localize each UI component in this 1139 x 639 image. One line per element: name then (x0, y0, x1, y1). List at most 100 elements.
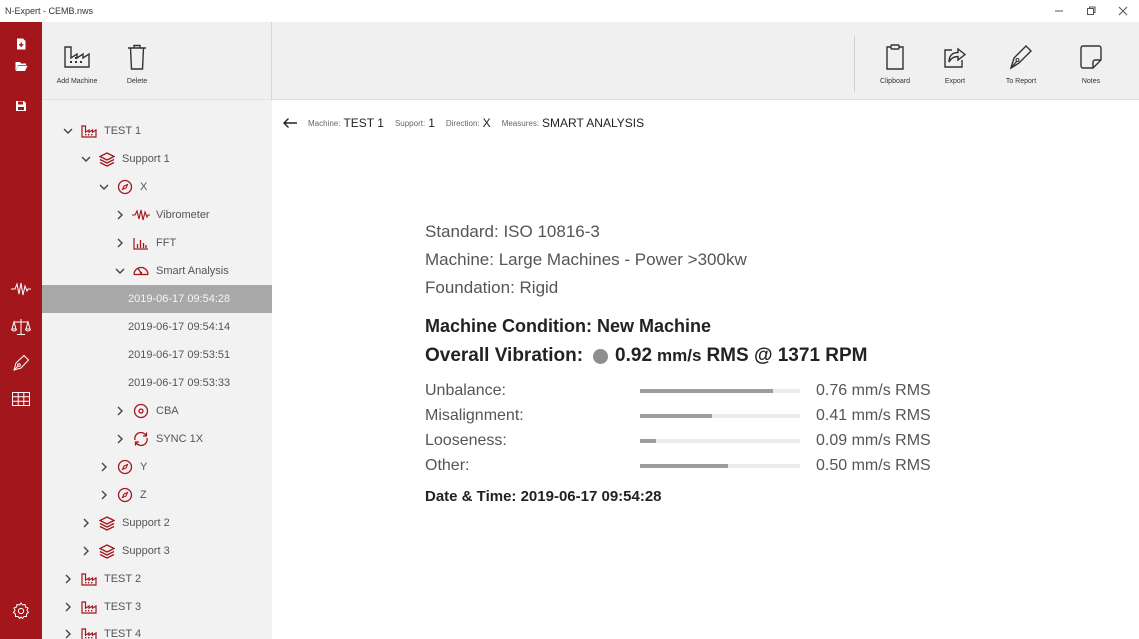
breadcrumb-measures-key: Measures: (501, 118, 540, 128)
left-rail (0, 22, 42, 639)
tree-item-direction-y[interactable]: Y (42, 453, 272, 481)
tree-item-direction-x[interactable]: X (42, 173, 272, 201)
tree-item-vibrometer[interactable]: Vibrometer (42, 201, 272, 229)
smart-analysis-icon (132, 262, 150, 280)
component-bar-fill (640, 389, 773, 393)
tree-item-test2[interactable]: TEST 2 (42, 565, 272, 593)
component-label: Misalignment: (425, 406, 524, 424)
chevron-down-icon[interactable] (98, 181, 110, 193)
foundation-text: Foundation: Rigid (425, 278, 559, 297)
tree-item-test4[interactable]: TEST 4 (42, 620, 272, 639)
tree-item-support3[interactable]: Support 3 (42, 537, 272, 565)
tree-item-support2[interactable]: Support 2 (42, 509, 272, 537)
back-arrow-icon[interactable] (282, 115, 300, 131)
breadcrumb-direction-key: Direction: (445, 118, 480, 128)
smart-analysis-report: Standard: ISO 10816-3 Machine: Large Mac… (425, 218, 1065, 505)
component-bar (640, 414, 800, 418)
title-bar: N-Expert - CEMB.nws (0, 0, 1139, 22)
component-label: Looseness: (425, 431, 507, 449)
window-controls (1043, 0, 1139, 22)
tree-item-direction-z[interactable]: Z (42, 481, 272, 509)
tree-item-test1[interactable]: TEST 1 (42, 117, 272, 145)
direction-icon (116, 486, 134, 504)
breadcrumb-direction: X (482, 116, 491, 130)
chevron-right-icon[interactable] (114, 405, 126, 417)
tree-item-measurement[interactable]: 2019-06-17 09:53:33 (42, 369, 272, 397)
tree-item-measurement-selected[interactable]: 2019-06-17 09:54:28 (42, 285, 272, 313)
chevron-down-icon[interactable] (80, 153, 92, 165)
tree-item-fft[interactable]: FFT (42, 229, 272, 257)
measurement-datetime: Date & Time: 2019-06-17 09:54:28 (425, 488, 662, 505)
component-row-unbalance: Unbalance: 0.76 mm/s RMS (425, 378, 1065, 403)
new-file-button[interactable] (0, 34, 42, 54)
component-bar (640, 464, 800, 468)
tree-item-smart-analysis[interactable]: Smart Analysis (42, 257, 272, 285)
cba-icon (132, 402, 150, 420)
balance-rail-button[interactable] (0, 312, 42, 342)
clipboard-icon (885, 42, 905, 72)
component-value: 0.76 mm/s RMS (816, 381, 931, 399)
overall-vibration: Overall Vibration: 0.92 mm/s RMS @ 1371 … (425, 340, 1065, 372)
notes-button[interactable]: Notes (1066, 22, 1116, 100)
tree-item-measurement[interactable]: 2019-06-17 09:54:14 (42, 313, 272, 341)
close-icon (1118, 6, 1128, 16)
machine-condition: Machine Condition: New Machine (425, 316, 712, 336)
pen-rail-button[interactable] (0, 348, 42, 378)
restore-button[interactable] (1075, 0, 1107, 22)
chevron-right-icon[interactable] (62, 573, 74, 585)
main-panel: Machine: TEST 1 Support: 1 Direction: X … (272, 100, 1139, 639)
add-machine-button[interactable]: Add Machine (52, 22, 102, 100)
breadcrumb-support-key: Support: (394, 118, 426, 128)
add-machine-icon (64, 42, 90, 72)
tree-item-support1[interactable]: Support 1 (42, 145, 272, 173)
toolbar: Add Machine Delete Clipboard Export To R… (42, 22, 1139, 100)
chevron-right-icon[interactable] (80, 517, 92, 529)
balance-icon (11, 319, 31, 335)
minimize-button[interactable] (1043, 0, 1075, 22)
component-label: Unbalance: (425, 381, 506, 399)
open-folder-button[interactable] (0, 56, 42, 76)
grid-icon (12, 392, 30, 406)
chevron-down-icon[interactable] (62, 125, 74, 137)
tree-item-test3[interactable]: TEST 3 (42, 593, 272, 621)
export-button[interactable]: Export (932, 22, 978, 100)
chevron-right-icon[interactable] (80, 545, 92, 557)
chevron-right-icon[interactable] (114, 237, 126, 249)
vibrometer-icon (132, 206, 150, 224)
direction-icon (116, 178, 134, 196)
delete-button[interactable]: Delete (122, 22, 152, 100)
sync-icon (132, 430, 150, 448)
chevron-right-icon[interactable] (98, 489, 110, 501)
overall-vibration-value: 0.92 (615, 345, 653, 366)
chevron-right-icon[interactable] (114, 433, 126, 445)
chevron-right-icon[interactable] (114, 209, 126, 221)
component-row-other: Other: 0.50 mm/s RMS (425, 453, 1065, 478)
breadcrumb-machine-key: Machine: (308, 118, 341, 128)
machine-icon (80, 570, 98, 588)
delete-label: Delete (126, 78, 148, 85)
window-title: N-Expert - CEMB.nws (5, 6, 94, 16)
component-row-misalignment: Misalignment: 0.41 mm/s RMS (425, 403, 1065, 428)
minimize-icon (1055, 10, 1063, 12)
to-report-button[interactable]: To Report (994, 22, 1048, 100)
chevron-down-icon[interactable] (114, 265, 126, 277)
settings-button[interactable] (0, 596, 42, 626)
save-icon (16, 101, 26, 111)
chevron-right-icon[interactable] (98, 461, 110, 473)
standard-text: Standard: ISO 10816-3 (425, 222, 600, 241)
clipboard-label: Clipboard (880, 78, 910, 85)
tree-item-cba[interactable]: CBA (42, 397, 272, 425)
vibrometer-icon (11, 282, 31, 296)
save-button[interactable] (0, 96, 42, 116)
chevron-right-icon[interactable] (62, 601, 74, 613)
grid-rail-button[interactable] (0, 384, 42, 414)
tree-item-measurement[interactable]: 2019-06-17 09:53:51 (42, 341, 272, 369)
breadcrumb-measures: SMART ANALYSIS (542, 116, 645, 130)
tree-item-sync1x[interactable]: SYNC 1X (42, 425, 272, 453)
vibrometer-rail-button[interactable] (0, 274, 42, 304)
chevron-right-icon[interactable] (62, 628, 74, 639)
clipboard-button[interactable]: Clipboard (870, 22, 920, 100)
close-button[interactable] (1107, 0, 1139, 22)
component-bar-fill (640, 439, 656, 443)
overall-vibration-rpm: RMS @ 1371 RPM (706, 345, 868, 366)
